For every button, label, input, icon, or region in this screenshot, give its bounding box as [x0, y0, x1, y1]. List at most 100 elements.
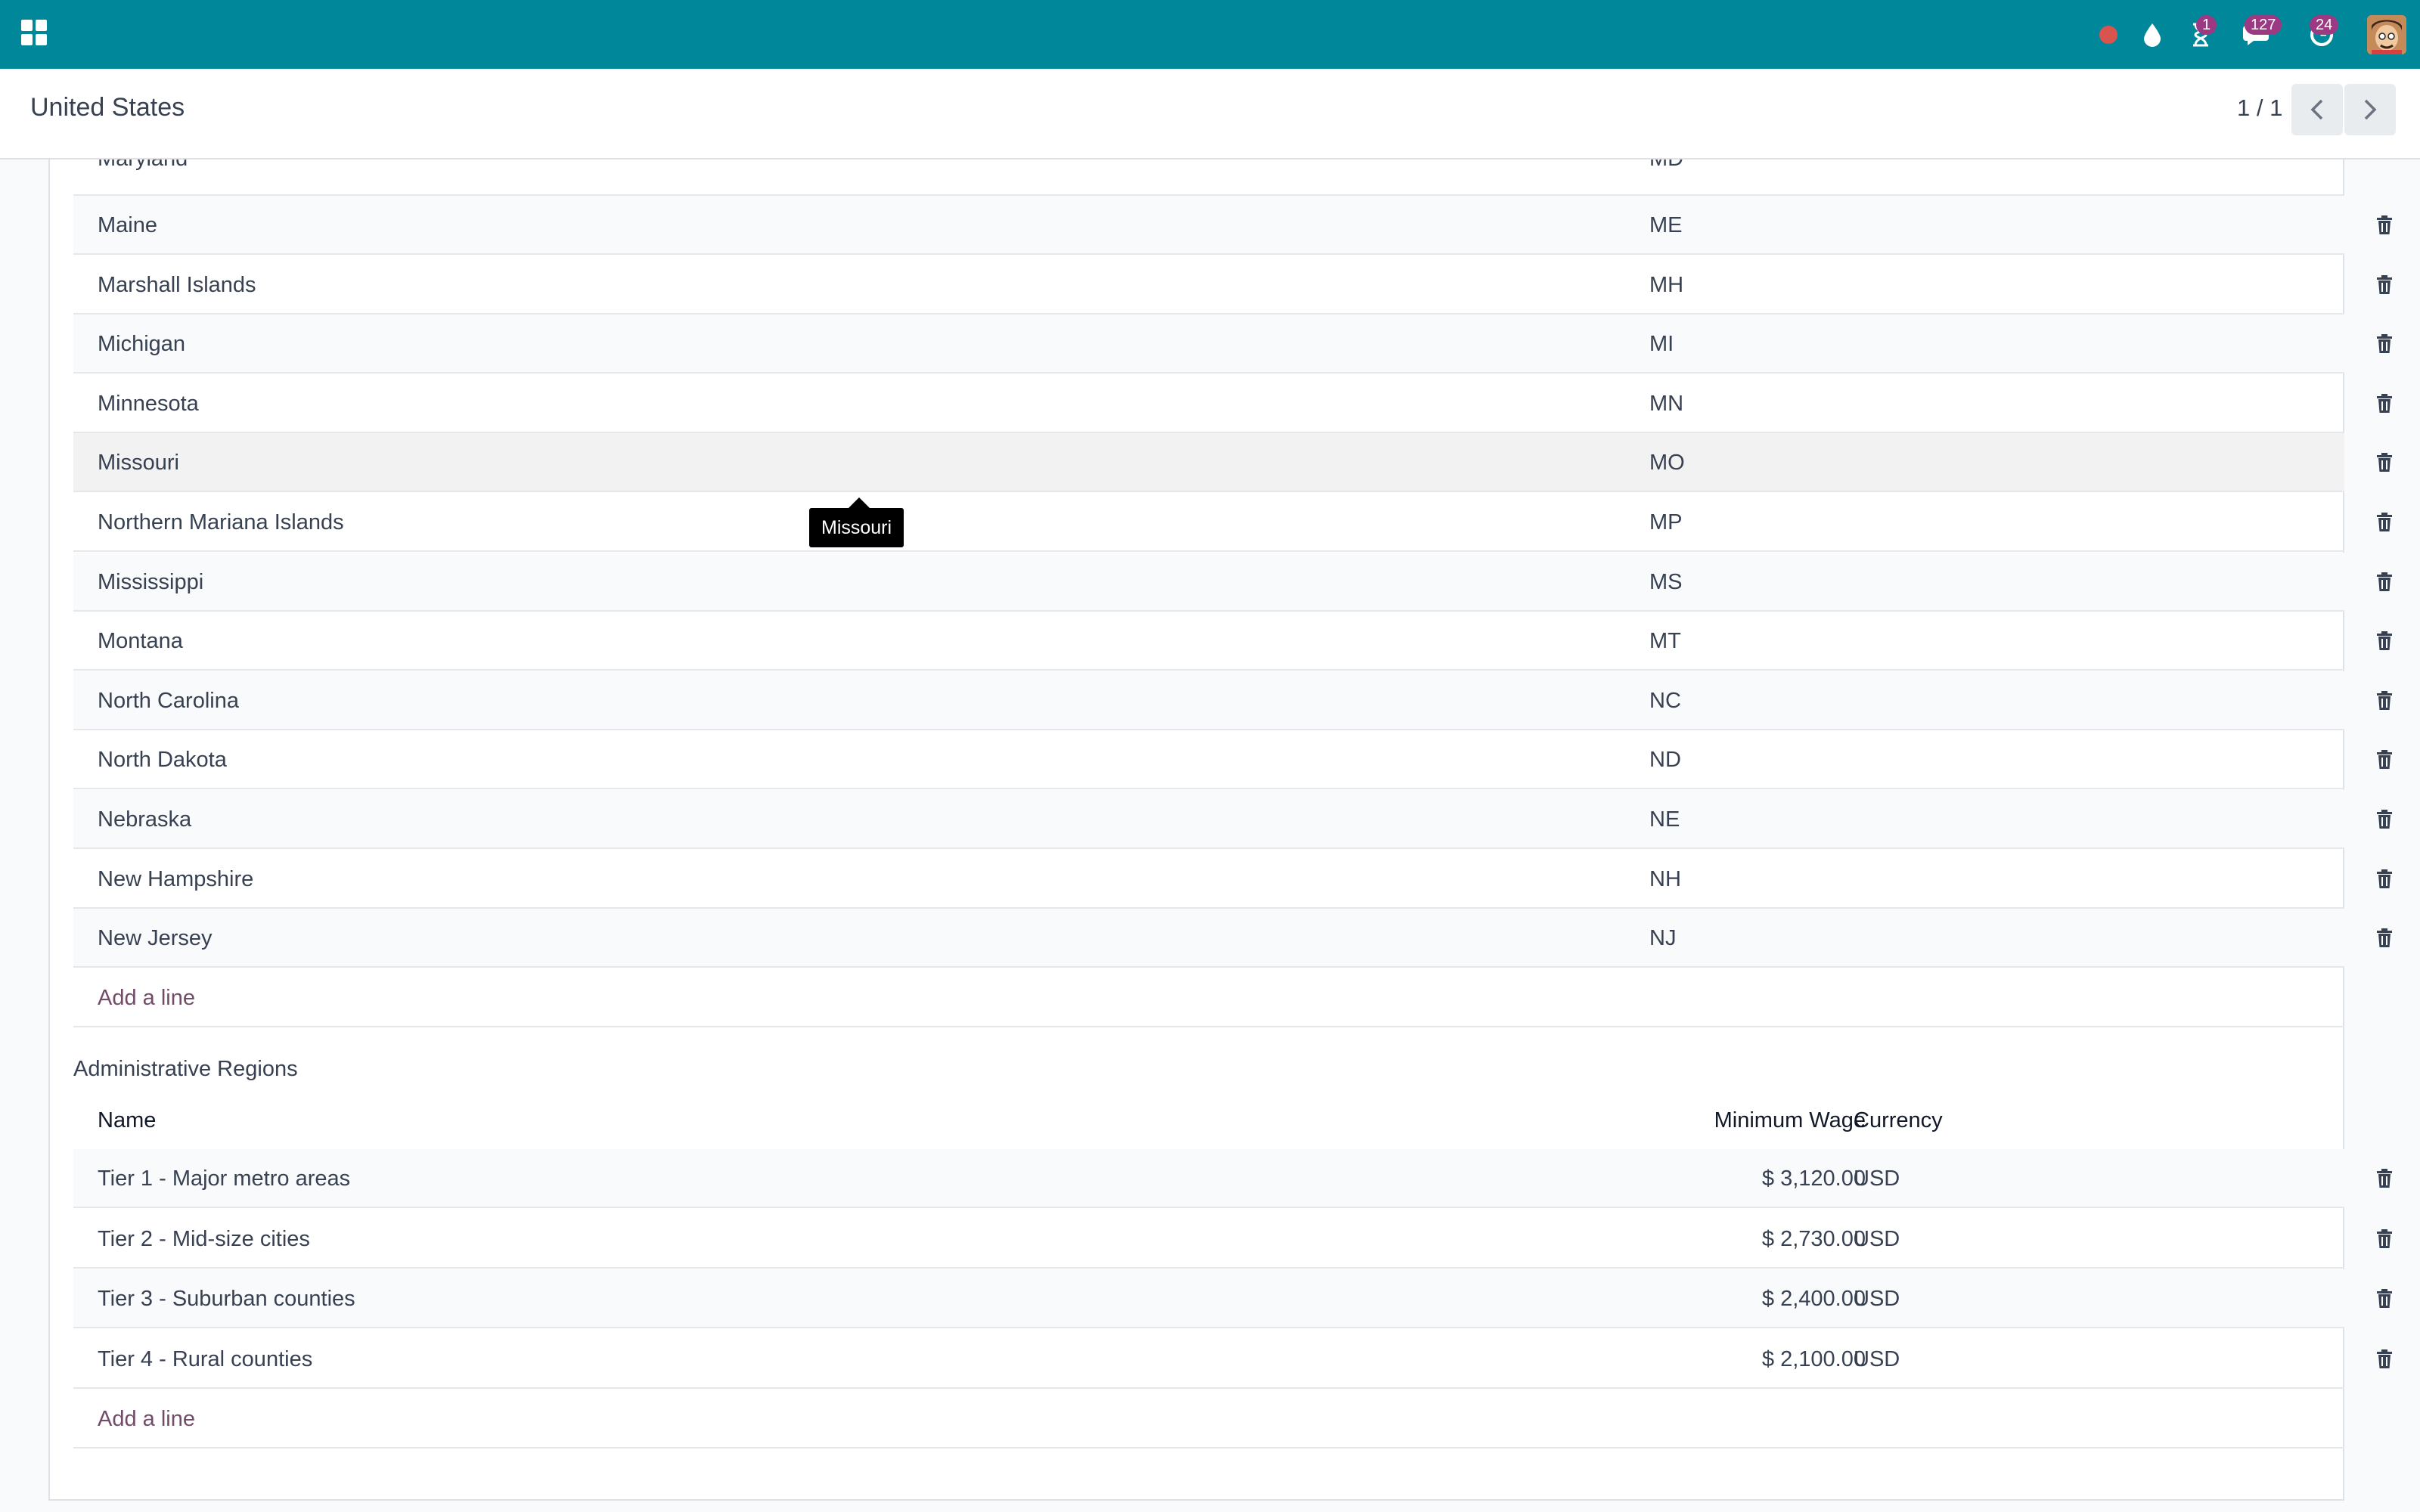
trash-icon[interactable]	[2376, 928, 2393, 948]
state-code-cell: ND	[1649, 748, 1681, 773]
table-row[interactable]: Tier 2 - Mid-size cities $ 2,730.00 USD	[73, 1210, 2392, 1269]
trash-icon[interactable]	[2376, 631, 2393, 651]
activity-clock-badge: 24	[2310, 15, 2339, 35]
regions-add-line-link[interactable]: Add a line	[98, 1390, 195, 1448]
column-header-name[interactable]: Name	[98, 1092, 156, 1149]
chevron-left-icon	[2310, 99, 2323, 120]
state-code-cell: MI	[1649, 332, 1674, 357]
table-row[interactable]: Tier 3 - Suburban counties $ 2,400.00 USD	[73, 1269, 2392, 1328]
state-code-cell: MN	[1649, 391, 1684, 416]
region-currency-cell: USD	[1854, 1226, 1900, 1251]
recording-dot-icon	[2099, 25, 2118, 44]
state-name-cell: North Carolina	[98, 688, 239, 713]
state-name-cell: Michigan	[98, 332, 186, 357]
column-header-minimum-wage[interactable]: Minimum Wage	[1714, 1092, 1866, 1149]
region-wage-cell: $ 2,100.00	[1761, 1346, 1866, 1371]
table-row[interactable]: Michigan MI	[73, 314, 2392, 374]
table-row[interactable]: Nebraska NE	[73, 790, 2392, 849]
table-row[interactable]: Tier 1 - Major metro areas $ 3,120.00 USD	[73, 1149, 2392, 1208]
pager-next-button[interactable]	[2344, 84, 2396, 135]
trash-icon[interactable]	[2376, 572, 2393, 592]
trash-icon[interactable]	[2376, 393, 2393, 414]
table-row[interactable]: New Jersey NJ	[73, 909, 2392, 968]
state-code-cell: NJ	[1649, 926, 1677, 951]
systray-activities[interactable]: 1	[2176, 0, 2225, 69]
systray-droplet[interactable]	[2128, 0, 2176, 69]
trash-icon[interactable]	[2376, 750, 2393, 770]
state-code-cell: MO	[1649, 451, 1685, 476]
avatar-face-icon	[2367, 14, 2406, 54]
top-navbar: 1 127 24	[0, 0, 2420, 69]
systray-activity-clock[interactable]: 24	[2290, 0, 2353, 69]
state-code-cell: MT	[1649, 629, 1681, 654]
tooltip: Missouri	[809, 508, 904, 547]
table-row[interactable]: Montana MT	[73, 612, 2392, 671]
trash-icon[interactable]	[2376, 1289, 2393, 1309]
state-code-cell: NC	[1649, 688, 1681, 713]
apps-grid-icon[interactable]	[21, 20, 48, 47]
region-name-cell: Tier 4 - Rural counties	[98, 1346, 313, 1371]
region-currency-cell: USD	[1854, 1167, 1900, 1191]
trash-icon[interactable]	[2376, 810, 2393, 829]
messages-badge: 127	[2245, 15, 2282, 35]
region-wage-cell: $ 3,120.00	[1761, 1167, 1866, 1191]
systray-messages[interactable]: 127	[2225, 0, 2290, 69]
region-wage-cell: $ 2,730.00	[1761, 1226, 1866, 1251]
table-row[interactable]: New Hampshire NH	[73, 850, 2392, 909]
state-name-cell: North Dakota	[98, 748, 227, 773]
trash-icon[interactable]	[2376, 869, 2393, 889]
states-add-line-link[interactable]: Add a line	[98, 968, 195, 1027]
table-row[interactable]: Tier 4 - Rural counties $ 2,100.00 USD	[73, 1330, 2392, 1389]
state-code-cell: ME	[1649, 213, 1683, 237]
droplet-icon	[2144, 23, 2161, 47]
region-wage-cell: $ 2,400.00	[1761, 1287, 1866, 1311]
trash-icon[interactable]	[2376, 1169, 2393, 1188]
control-panel: United States 1 / 1	[0, 69, 2420, 160]
state-name-cell: Nebraska	[98, 807, 192, 832]
state-name-cell: Minnesota	[98, 391, 199, 416]
trash-icon[interactable]	[2376, 453, 2393, 472]
trash-icon[interactable]	[2376, 274, 2393, 295]
trash-icon[interactable]	[2376, 690, 2393, 711]
table-row[interactable]: Northern Mariana Islands MP	[73, 493, 2392, 552]
state-code-cell: NH	[1649, 866, 1681, 891]
region-currency-cell: USD	[1854, 1287, 1900, 1311]
regions-table-header: Name Minimum Wage Currency	[73, 1092, 2344, 1152]
table-row[interactable]: Maryland MD	[73, 160, 2344, 196]
pager-value[interactable]: 1 / 1	[2237, 94, 2282, 122]
states-add-line-row: Add a line	[73, 968, 2344, 1027]
activities-badge: 1	[2196, 15, 2217, 35]
state-code-cell: MH	[1649, 272, 1684, 297]
trash-icon[interactable]	[2376, 1349, 2393, 1369]
table-row[interactable]: Minnesota MN	[73, 374, 2392, 433]
state-code-cell: NE	[1649, 807, 1680, 832]
table-row[interactable]: North Carolina NC	[73, 671, 2392, 730]
avatar	[2367, 14, 2406, 54]
table-row[interactable]: Missouri MO	[73, 433, 2392, 493]
state-name-cell: Montana	[98, 629, 183, 654]
state-name-cell: New Hampshire	[98, 866, 254, 891]
region-name-cell: Tier 1 - Major metro areas	[98, 1167, 351, 1191]
pager-previous-button[interactable]	[2291, 84, 2343, 135]
state-name-cell: Missouri	[98, 451, 179, 476]
region-currency-cell: USD	[1854, 1346, 1900, 1371]
trash-icon[interactable]	[2376, 215, 2393, 235]
table-row[interactable]: Mississippi MS	[73, 552, 2392, 612]
region-name-cell: Tier 3 - Suburban counties	[98, 1287, 355, 1311]
table-row[interactable]: Marshall Islands MH	[73, 256, 2392, 314]
column-header-currency[interactable]: Currency	[1854, 1092, 1943, 1149]
table-row[interactable]: Maine ME	[73, 196, 2392, 255]
systray: 1 127 24	[2089, 0, 2420, 69]
regions-add-line-row: Add a line	[73, 1390, 2344, 1448]
trash-icon[interactable]	[2376, 334, 2393, 354]
tooltip-arrow	[849, 497, 870, 508]
page-title: United States	[30, 93, 185, 122]
trash-icon[interactable]	[2376, 1228, 2393, 1249]
systray-recording[interactable]	[2089, 0, 2128, 69]
chevron-right-icon	[2364, 99, 2377, 120]
user-menu[interactable]	[2353, 0, 2420, 69]
state-code-cell: MP	[1649, 510, 1683, 534]
state-name-cell: Maine	[98, 213, 157, 237]
table-row[interactable]: North Dakota ND	[73, 730, 2392, 790]
trash-icon[interactable]	[2376, 513, 2393, 532]
